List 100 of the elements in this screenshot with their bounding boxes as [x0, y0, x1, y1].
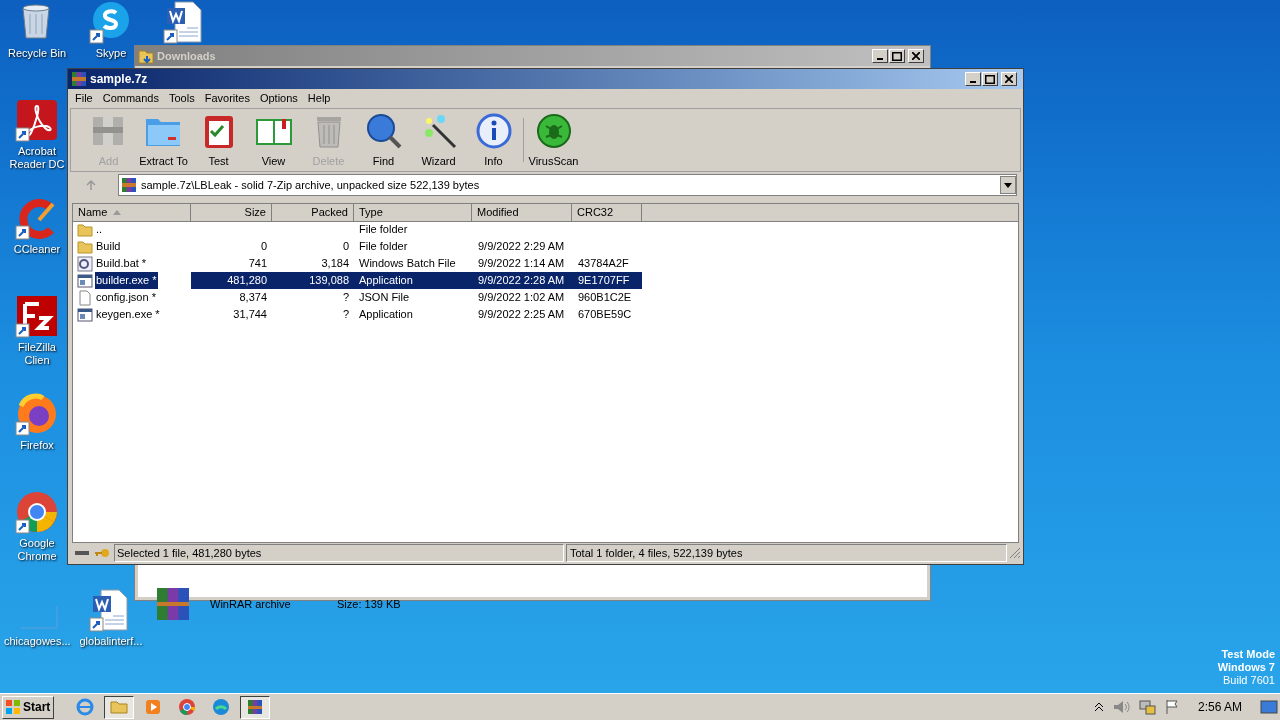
filezilla-icon[interactable] [15, 294, 59, 338]
desktop-icon-label[interactable]: Recycle Bin [7, 47, 67, 60]
archive-icon [246, 698, 264, 716]
dropdown-button[interactable] [1000, 176, 1016, 194]
archive-icon [121, 177, 137, 193]
chrome-icon [178, 698, 196, 716]
desktop-icon-label[interactable]: Skype [95, 47, 127, 60]
column-header[interactable]: Size [191, 204, 272, 222]
table-cell-text: Application [359, 307, 413, 323]
toolbar-button[interactable]: VirusScan [526, 110, 581, 170]
close-icon [912, 52, 920, 60]
table-cell-text: 670BE59C [578, 307, 632, 323]
chevron-up-icon[interactable] [1093, 702, 1104, 712]
up-arrow-icon [85, 179, 97, 191]
toolbar-button[interactable]: Find [356, 110, 411, 170]
maximize-button[interactable] [889, 49, 905, 63]
file-name[interactable]: config.json * [95, 289, 157, 306]
toolbar-button[interactable]: View [246, 110, 301, 170]
file-name[interactable]: builder.exe * [95, 272, 158, 289]
media-player-icon [144, 698, 162, 716]
table-cell-text: File folder [359, 239, 408, 255]
taskbar-button[interactable] [104, 695, 134, 719]
edge-icon [212, 698, 230, 716]
window-title: Downloads [157, 48, 216, 64]
desktop-icon-label[interactable]: Acrobat Reader DC [4, 145, 70, 171]
toolbar-button[interactable]: Test [191, 110, 246, 170]
table-cell-text: 9/9/2022 2:28 AM [478, 273, 565, 289]
acrobat-reader-icon[interactable] [15, 98, 59, 142]
table-cell-text: ? [342, 307, 349, 323]
clock[interactable]: 2:56 AM [1187, 698, 1252, 716]
system-notice-text: Windows 7 [1217, 661, 1275, 674]
minimize-icon [877, 58, 883, 60]
menu-item[interactable]: Tools [164, 90, 200, 107]
sort-arrow-icon [113, 209, 122, 215]
network-icon[interactable] [1137, 699, 1156, 715]
minimize-icon [970, 81, 976, 83]
desktop-icon-label[interactable]: FileZilla Clien [4, 341, 70, 367]
column-header[interactable]: Packed [272, 204, 354, 222]
file-name[interactable]: .. [95, 221, 104, 238]
menu-item[interactable]: File [70, 90, 98, 107]
drive-icon [74, 548, 90, 558]
resize-grip-icon [1009, 547, 1021, 559]
system-notice-text: Test Mode [1221, 648, 1275, 661]
table-cell-text: 960B1C2E [578, 290, 632, 306]
file-size-text: Size: 139 KB [337, 596, 401, 612]
table-cell-text: 31,744 [233, 307, 267, 323]
table-cell-text: 3,184 [321, 256, 349, 272]
toolbar-button[interactable]: Wizard [411, 110, 466, 170]
close-button[interactable] [908, 49, 924, 63]
folder-icon [110, 698, 128, 716]
table-cell-text: 9E1707FF [578, 273, 630, 289]
maximize-icon [892, 51, 902, 61]
desktop-icon-label[interactable]: CCleaner [13, 243, 61, 256]
status-text: Selected 1 file, 481,280 bytes [114, 544, 564, 562]
column-header[interactable]: Name [73, 204, 191, 222]
table-cell-text: 9/9/2022 2:29 AM [478, 239, 565, 255]
table-cell-text: 139,088 [309, 273, 349, 289]
table-cell-text: File folder [359, 222, 408, 238]
table-cell-text: 9/9/2022 1:02 AM [478, 290, 565, 306]
windows-logo-icon [5, 699, 21, 715]
close-icon [1005, 75, 1013, 83]
table-cell-text: 9/9/2022 1:14 AM [478, 256, 565, 272]
close-button[interactable] [1001, 72, 1017, 86]
status-text: Total 1 folder, 4 files, 522,139 bytes [566, 544, 1007, 562]
toolbar-button[interactable]: Info [466, 110, 521, 170]
flag-icon[interactable] [1163, 699, 1180, 715]
show-desktop-icon[interactable] [1260, 699, 1278, 715]
file-icon [77, 289, 93, 306]
file-name[interactable]: keygen.exe * [95, 306, 161, 323]
folder-icon [77, 221, 93, 238]
file-name[interactable]: Build [95, 238, 122, 255]
column-header[interactable]: CRC32 [572, 204, 642, 222]
browser-e-icon [76, 698, 94, 716]
table-cell-text: Windows Batch File [359, 256, 456, 272]
taskbar-button[interactable] [240, 695, 270, 719]
file-name[interactable]: Build.bat * [95, 255, 148, 272]
column-header[interactable]: Modified [472, 204, 572, 222]
chrome-icon[interactable] [15, 490, 59, 534]
menu-item[interactable]: Help [302, 90, 336, 107]
minimize-button[interactable] [872, 49, 888, 63]
start-button[interactable]: Start [2, 695, 54, 719]
menu-item[interactable]: Options [254, 90, 303, 107]
menu-item[interactable]: Favorites [199, 90, 255, 107]
address-field[interactable]: sample.7z\LBLeak - solid 7-Zip archive, unpacked size 522,139 bytes [118, 174, 1017, 196]
table-cell-text: JSON File [359, 290, 410, 306]
column-header[interactable]: Type [354, 204, 472, 222]
toolbar-button[interactable]: Extract To [136, 110, 191, 170]
archive-icon [156, 587, 190, 621]
table-cell-text: 9/9/2022 2:25 AM [478, 307, 565, 323]
folder-icon [138, 48, 154, 64]
table-cell-text: 741 [248, 256, 267, 272]
table-cell-text: 43784A2F [578, 256, 629, 272]
firefox-icon[interactable] [15, 392, 59, 436]
maximize-icon [985, 74, 995, 84]
application-icon [77, 306, 93, 323]
maximize-button[interactable] [982, 72, 998, 86]
menu-item[interactable]: Commands [97, 90, 164, 107]
table-cell-text: 0 [260, 239, 267, 255]
table-cell-text: 481,280 [227, 273, 267, 289]
minimize-button[interactable] [965, 72, 981, 86]
